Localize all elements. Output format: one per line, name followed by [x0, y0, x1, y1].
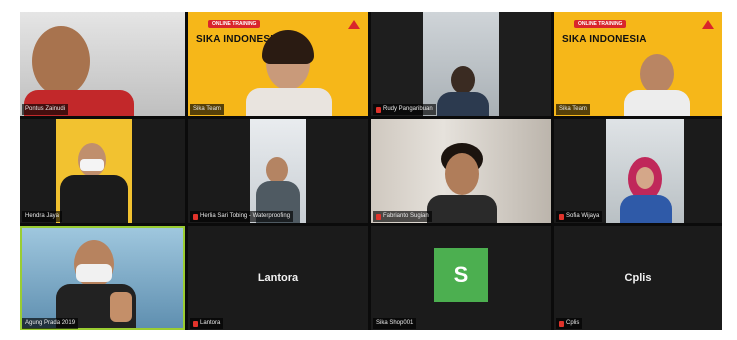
participant-name: Agung Prada 2019: [25, 320, 76, 326]
video-tile-sika-shop[interactable]: S Sika Shop001: [371, 226, 551, 330]
video-tile-pontus[interactable]: Pontus Zainudi: [20, 12, 185, 116]
participant-shirt: [427, 195, 497, 223]
video-tile-agung-active-speaker[interactable]: Agung Prada 2019: [20, 226, 185, 330]
video-tile-lantora[interactable]: Lantora Lantora: [188, 226, 368, 330]
mic-muted-icon: [376, 213, 381, 220]
participant-name-tag: Agung Prada 2019: [22, 318, 79, 329]
participant-face: [636, 167, 654, 189]
sika-logo-icon: [702, 20, 714, 29]
participant-shirt: [246, 88, 332, 116]
participant-name: Herlia Sari Tobing - Waterproofing: [200, 213, 291, 219]
video-tile-rudy[interactable]: Rudy Pangaribuan: [371, 12, 551, 116]
participant-name-tag: Hendra Jaya: [22, 211, 63, 222]
participant-name: Sika Shop001: [376, 320, 414, 326]
banner-chip: ONLINE TRAINING: [208, 20, 261, 28]
video-tile-sika-team-1[interactable]: ONLINE TRAINING SIKA INDONESIA Sika Team: [188, 12, 368, 116]
participant-shirt: [620, 195, 672, 223]
participant-name-tag: Sika Team: [190, 104, 224, 115]
participant-face: [32, 26, 90, 96]
video-gallery-grid: Pontus Zainudi ONLINE TRAINING SIKA INDO…: [20, 12, 722, 330]
banner-title: SIKA INDONESIA: [562, 34, 647, 45]
participant-name-tag: Herlia Sari Tobing - Waterproofing: [190, 211, 294, 222]
participant-name: Sika Team: [559, 106, 587, 112]
participant-display-name: Lantora: [257, 272, 299, 284]
participant-display-name: Cplis: [624, 272, 652, 284]
face-mask: [76, 264, 112, 282]
face-mask: [80, 159, 104, 171]
participant-shirt: [624, 90, 690, 116]
participant-name-tag: Sofia Wijaya: [556, 211, 603, 222]
mic-muted-icon: [193, 320, 198, 327]
video-tile-sika-team-2[interactable]: ONLINE TRAINING SIKA INDONESIA Sika Team: [554, 12, 722, 116]
participant-shirt: [60, 175, 128, 223]
participant-name: Fabrianto Sugian: [383, 213, 429, 219]
video-tile-fabrianto[interactable]: Fabrianto Sugian: [371, 119, 551, 223]
participant-name: Hendra Jaya: [25, 213, 60, 219]
video-tile-cplis[interactable]: Cplis Cplis: [554, 226, 722, 330]
participant-name-tag: Fabrianto Sugian: [373, 211, 432, 222]
participant-name-tag: Sika Shop001: [373, 318, 417, 329]
mic-muted-icon: [559, 213, 564, 220]
video-tile-hendra[interactable]: Hendra Jaya: [20, 119, 185, 223]
participant-face: [266, 157, 288, 183]
video-tile-herlia[interactable]: Herlia Sari Tobing - Waterproofing: [188, 119, 368, 223]
participant-face: [445, 153, 479, 195]
participant-name-tag: Rudy Pangaribuan: [373, 104, 436, 115]
mic-muted-icon: [193, 213, 198, 220]
participant-name-tag: Cplis: [556, 318, 583, 329]
participant-name: Sika Team: [193, 106, 221, 112]
mic-muted-icon: [376, 106, 381, 113]
participant-name: Lantora: [200, 320, 221, 326]
participant-name-tag: Sika Team: [556, 104, 590, 115]
participant-name: Cplis: [566, 320, 580, 326]
thumbs-up-hand: [110, 292, 132, 322]
mic-muted-icon: [559, 320, 564, 327]
video-tile-sofia[interactable]: Sofia Wijaya: [554, 119, 722, 223]
participant-name: Pontus Zainudi: [25, 106, 66, 112]
participant-name: Rudy Pangaribuan: [383, 106, 433, 112]
participant-avatar: S: [434, 248, 488, 302]
participant-face: [640, 54, 674, 94]
sika-logo-icon: [348, 20, 360, 29]
participant-shirt: [437, 92, 489, 116]
participant-name: Sofia Wijaya: [566, 213, 600, 219]
banner-chip: ONLINE TRAINING: [574, 20, 627, 28]
participant-face: [451, 66, 475, 94]
participant-name-tag: Lantora: [190, 318, 224, 329]
participant-name-tag: Pontus Zainudi: [22, 104, 69, 115]
